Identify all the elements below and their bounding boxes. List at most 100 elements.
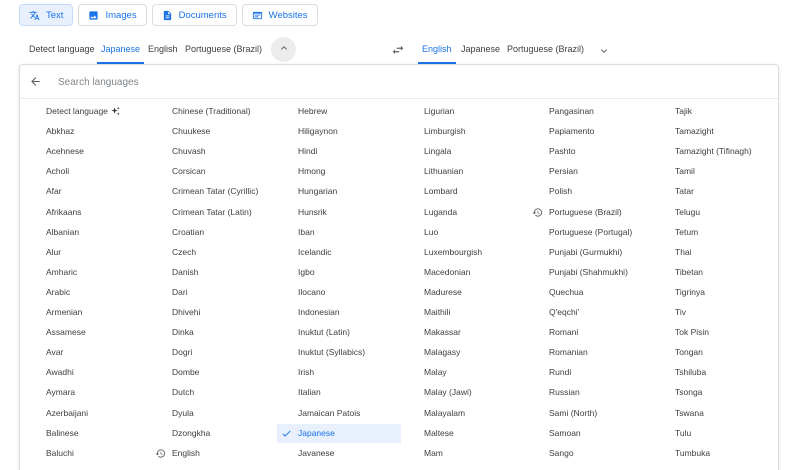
language-option-pangasinan[interactable]: Pangasinan: [549, 102, 594, 121]
language-option-albanian[interactable]: Albanian: [46, 223, 79, 242]
language-option-avar[interactable]: Avar: [46, 343, 63, 362]
language-option-punjabi-shahmukhi[interactable]: Punjabi (Shahmukhi): [549, 263, 628, 282]
source-tab-portuguese-brazil[interactable]: Portuguese (Brazil): [185, 36, 262, 64]
language-option-crimean-tatar-cyrillic[interactable]: Crimean Tatar (Cyrillic): [172, 182, 258, 201]
language-option-maltese[interactable]: Maltese: [424, 424, 454, 443]
source-language-collapse-button[interactable]: [271, 37, 296, 62]
language-option-chuvash[interactable]: Chuvash: [172, 142, 206, 161]
language-option-dogri[interactable]: Dogri: [172, 343, 192, 362]
language-option-tulu[interactable]: Tulu: [675, 424, 691, 443]
language-option-tetum[interactable]: Tetum: [675, 223, 698, 242]
language-option-chinese-traditional[interactable]: Chinese (Traditional): [172, 102, 251, 121]
language-option-italian[interactable]: Italian: [298, 383, 321, 402]
language-option-tongan[interactable]: Tongan: [675, 343, 703, 362]
language-option-q-eqchi[interactable]: Q'eqchi': [549, 303, 579, 322]
language-option-tumbuka[interactable]: Tumbuka: [675, 444, 710, 463]
language-option-luganda[interactable]: Luganda: [424, 203, 457, 222]
target-tab-english[interactable]: English: [418, 36, 456, 64]
language-option-lithuanian[interactable]: Lithuanian: [424, 162, 463, 181]
language-option-danish[interactable]: Danish: [172, 263, 198, 282]
language-option-hebrew[interactable]: Hebrew: [298, 102, 327, 121]
source-tab-english[interactable]: English: [148, 36, 178, 64]
language-option-quechua[interactable]: Quechua: [549, 283, 584, 302]
language-option-malayalam[interactable]: Malayalam: [424, 404, 465, 423]
language-option-malay-jawi[interactable]: Malay (Jawi): [424, 383, 472, 402]
language-option-baluchi[interactable]: Baluchi: [46, 444, 74, 463]
language-option-lingala[interactable]: Lingala: [424, 142, 451, 161]
language-option-tigrinya[interactable]: Tigrinya: [675, 283, 705, 302]
language-option-amharic[interactable]: Amharic: [46, 263, 77, 282]
language-option-tatar[interactable]: Tatar: [675, 182, 694, 201]
language-option-polish[interactable]: Polish: [549, 182, 572, 201]
language-option-rundi[interactable]: Rundi: [549, 363, 571, 382]
language-option-afar[interactable]: Afar: [46, 182, 62, 201]
language-option-english[interactable]: English: [155, 444, 200, 463]
language-option-armenian[interactable]: Armenian: [46, 303, 82, 322]
language-option-persian[interactable]: Persian: [549, 162, 578, 181]
language-option-sami-north[interactable]: Sami (North): [549, 404, 597, 423]
source-tab-detect-language[interactable]: Detect language: [29, 36, 95, 64]
language-option-tamazight[interactable]: Tamazight: [675, 122, 714, 141]
language-option-tshiluba[interactable]: Tshiluba: [675, 363, 706, 382]
language-option-assamese[interactable]: Assamese: [46, 323, 86, 342]
swap-languages-icon[interactable]: [391, 43, 405, 57]
language-option-corsican[interactable]: Corsican: [172, 162, 206, 181]
language-option-czech[interactable]: Czech: [172, 243, 196, 262]
language-option-hiligaynon[interactable]: Hiligaynon: [298, 122, 338, 141]
language-option-aymara[interactable]: Aymara: [46, 383, 75, 402]
language-option-alur[interactable]: Alur: [46, 243, 61, 262]
language-option-detect-language[interactable]: Detect language: [46, 102, 120, 121]
language-option-maithili[interactable]: Maithili: [424, 303, 450, 322]
language-option-tsonga[interactable]: Tsonga: [675, 383, 702, 402]
language-option-luxembourgish[interactable]: Luxembourgish: [424, 243, 482, 262]
language-option-irish[interactable]: Irish: [298, 363, 314, 382]
language-option-makassar[interactable]: Makassar: [424, 323, 461, 342]
language-option-crimean-tatar-latin[interactable]: Crimean Tatar (Latin): [172, 203, 252, 222]
language-option-hunsrik[interactable]: Hunsrik: [298, 203, 327, 222]
language-option-croatian[interactable]: Croatian: [172, 223, 204, 242]
language-option-azerbaijani[interactable]: Azerbaijani: [46, 404, 88, 423]
language-option-madurese[interactable]: Madurese: [424, 283, 462, 302]
language-option-portuguese-portugal[interactable]: Portuguese (Portugal): [549, 223, 632, 242]
language-option-inuktut-latin[interactable]: Inuktut (Latin): [298, 323, 350, 342]
language-option-tibetan[interactable]: Tibetan: [675, 263, 703, 282]
language-option-limburgish[interactable]: Limburgish: [424, 122, 466, 141]
language-option-arabic[interactable]: Arabic: [46, 283, 70, 302]
mode-websites-button[interactable]: Websites: [241, 4, 318, 26]
language-option-abkhaz[interactable]: Abkhaz: [46, 122, 74, 141]
language-option-sango[interactable]: Sango: [549, 444, 574, 463]
language-option-thai[interactable]: Thai: [675, 243, 692, 262]
language-option-igbo[interactable]: Igbo: [298, 263, 315, 282]
language-option-mam[interactable]: Mam: [424, 444, 443, 463]
language-option-tamazight-tifinagh[interactable]: Tamazight (Tifinagh): [675, 142, 752, 161]
language-option-pashto[interactable]: Pashto: [549, 142, 575, 161]
language-option-dombe[interactable]: Dombe: [172, 363, 199, 382]
language-option-lombard[interactable]: Lombard: [424, 182, 458, 201]
language-option-hungarian[interactable]: Hungarian: [298, 182, 337, 201]
mode-text-button[interactable]: Text: [19, 4, 74, 26]
search-languages-input[interactable]: [58, 73, 558, 91]
language-option-hindi[interactable]: Hindi: [298, 142, 317, 161]
language-option-tajik[interactable]: Tajik: [675, 102, 692, 121]
language-option-ilocano[interactable]: Ilocano: [298, 283, 325, 302]
language-option-samoan[interactable]: Samoan: [549, 424, 581, 443]
language-option-japanese[interactable]: Japanese: [277, 423, 401, 443]
language-option-chuukese[interactable]: Chuukese: [172, 122, 210, 141]
language-option-telugu[interactable]: Telugu: [675, 203, 700, 222]
target-tab-portuguese-brazil[interactable]: Portuguese (Brazil): [507, 36, 584, 64]
language-option-inuktut-syllabics[interactable]: Inuktut (Syllabics): [298, 343, 365, 362]
chevron-down-icon[interactable]: [598, 44, 610, 56]
language-option-indonesian[interactable]: Indonesian: [298, 303, 340, 322]
language-option-malagasy[interactable]: Malagasy: [424, 343, 460, 362]
language-option-javanese[interactable]: Javanese: [298, 444, 334, 463]
language-option-jamaican-patois[interactable]: Jamaican Patois: [298, 404, 360, 423]
mode-documents-button[interactable]: Documents: [151, 4, 237, 26]
language-option-russian[interactable]: Russian: [549, 383, 580, 402]
language-option-papiamento[interactable]: Papiamento: [549, 122, 594, 141]
language-option-romani[interactable]: Romani: [549, 323, 578, 342]
language-option-tok-pisin[interactable]: Tok Pisin: [675, 323, 709, 342]
language-option-romanian[interactable]: Romanian: [549, 343, 588, 362]
source-tab-japanese[interactable]: Japanese: [97, 36, 145, 64]
mode-images-button[interactable]: Images: [78, 4, 147, 26]
back-arrow-icon[interactable]: [29, 75, 42, 88]
